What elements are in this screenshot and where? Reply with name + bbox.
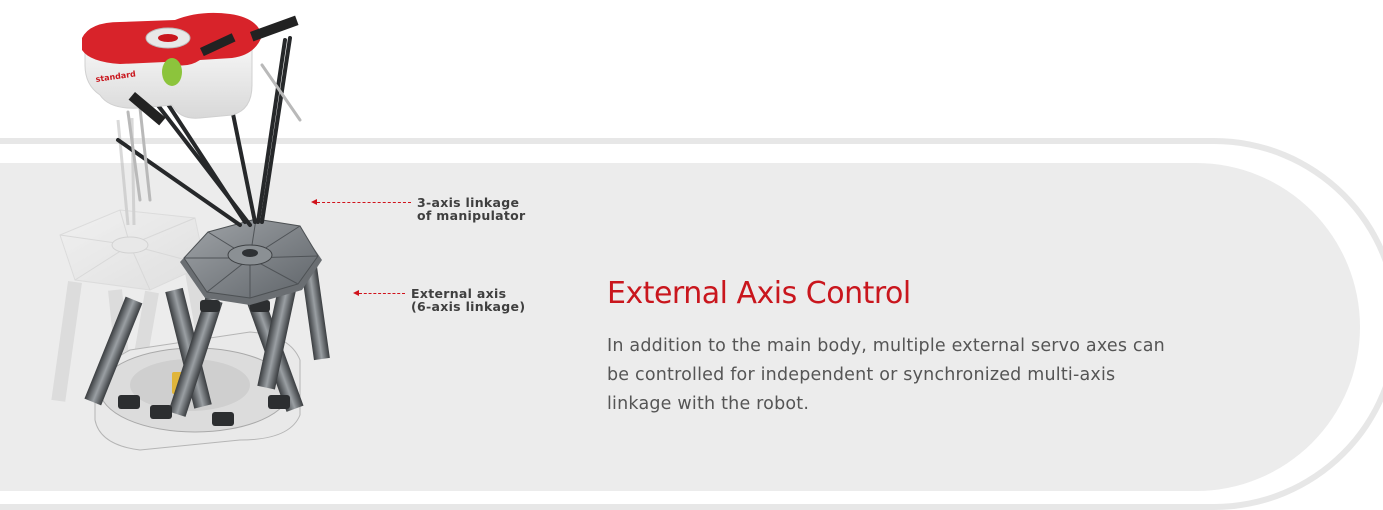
callout-manipulator: 3-axis linkage of manipulator bbox=[311, 196, 526, 222]
dashed-leader-line bbox=[359, 293, 405, 294]
section-description: In addition to the main body, multiple e… bbox=[607, 336, 1165, 414]
section-title: External Axis Control bbox=[607, 276, 911, 311]
dashed-leader-line bbox=[317, 202, 411, 203]
callout-external-axis: External axis (6-axis linkage) bbox=[353, 287, 525, 313]
callout-manipulator-label: 3-axis linkage of manipulator bbox=[417, 195, 526, 223]
callout-external-label: External axis (6-axis linkage) bbox=[411, 286, 526, 314]
moving-platform bbox=[180, 218, 322, 305]
delta-robot-illustration: standard bbox=[51, 12, 330, 451]
